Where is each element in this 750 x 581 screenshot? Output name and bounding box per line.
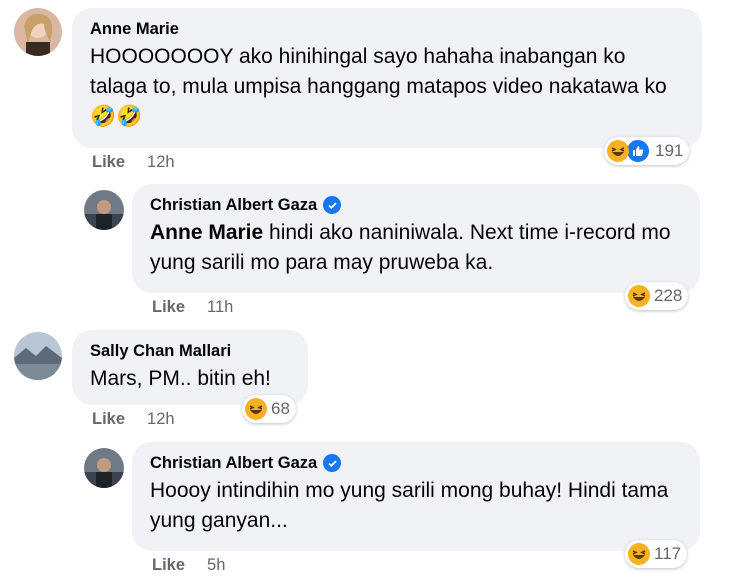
comment-text: Mars, PM.. bitin eh! [90, 367, 271, 390]
comment-bubble: Anne Marie HOOOOOOOY ako hinihingal sayo… [72, 8, 702, 148]
reply-bubble: Christian Albert Gaza Anne Marie hindi a… [132, 184, 700, 293]
verified-badge-icon [323, 454, 342, 472]
avatar[interactable] [14, 8, 62, 56]
reply-meta: Like 11h [152, 298, 233, 317]
reply-text: Anne Marie hindi ako naniniwala. Next ti… [150, 221, 671, 274]
reply-author[interactable]: Christian Albert Gaza [150, 452, 682, 474]
comment-meta: Like 12h [92, 410, 175, 429]
haha-icon [628, 543, 650, 565]
timestamp[interactable]: 11h [207, 298, 233, 317]
reaction-count: 191 [655, 141, 684, 160]
reaction-count: 228 [654, 286, 683, 305]
avatar[interactable] [84, 448, 124, 488]
reply-text: Hoooy intindihin mo yung sarili mong buh… [150, 479, 669, 532]
reaction-count: 117 [654, 544, 682, 563]
reaction-summary[interactable]: 68 [242, 395, 296, 423]
verified-badge-icon [323, 196, 342, 214]
like-button[interactable]: Like [152, 298, 185, 317]
reaction-summary[interactable]: 228 [625, 282, 689, 310]
reply-bubble: Christian Albert Gaza Hoooy intindihin m… [132, 442, 700, 551]
comment-bubble: Sally Chan Mallari Mars, PM.. bitin eh! [72, 330, 308, 405]
comment-meta: Like 12h [92, 153, 175, 172]
comment-author[interactable]: Anne Marie [90, 18, 684, 40]
haha-icon [245, 398, 267, 420]
like-button[interactable]: Like [92, 153, 125, 172]
comment-text: HOOOOOOOY ako hinihingal sayo hahaha ina… [90, 45, 667, 128]
like-button[interactable]: Like [92, 410, 125, 429]
reply-author[interactable]: Christian Albert Gaza [150, 194, 682, 216]
haha-icon [628, 285, 650, 307]
timestamp[interactable]: 12h [147, 153, 175, 172]
haha-icon [607, 140, 629, 162]
rofl-emoji: 🤣🤣 [90, 105, 143, 128]
timestamp[interactable]: 5h [207, 556, 225, 575]
timestamp[interactable]: 12h [147, 410, 175, 429]
reaction-count: 68 [271, 399, 290, 418]
comment-author[interactable]: Sally Chan Mallari [90, 340, 290, 362]
like-button[interactable]: Like [152, 556, 185, 575]
mention-link[interactable]: Anne Marie [150, 221, 263, 244]
reply-meta: Like 5h [152, 556, 225, 575]
avatar[interactable] [14, 332, 62, 380]
reaction-summary[interactable]: 117 [625, 540, 688, 568]
avatar[interactable] [84, 190, 124, 230]
reaction-summary[interactable]: 191 [604, 137, 690, 165]
